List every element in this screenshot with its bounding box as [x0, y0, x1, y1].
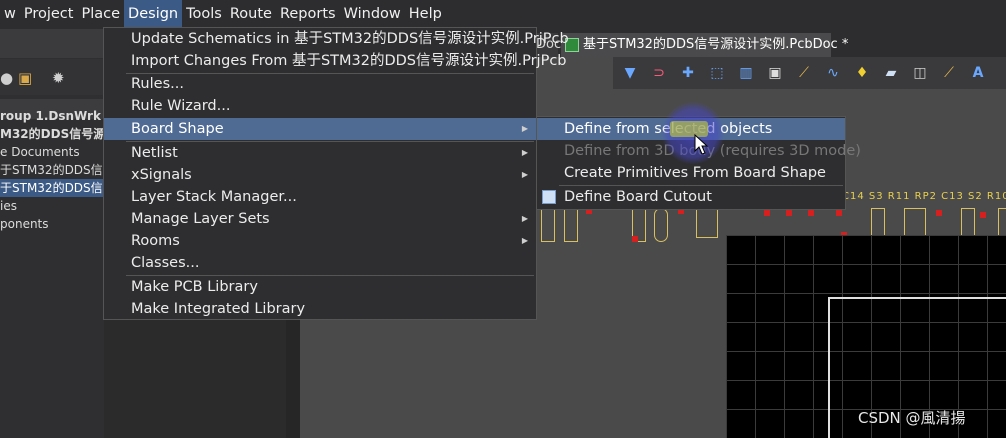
menu-item-label: Rooms — [131, 233, 180, 249]
pad — [836, 210, 842, 216]
menu-item-label: Update Schematics in 基于STM32的DDS信号源设计实例.… — [131, 31, 569, 47]
menu-item-update-schematics[interactable]: Update Schematics in 基于STM32的DDS信号源设计实例.… — [104, 28, 569, 50]
document-tabs: Doc 基于STM32的DDS信号源设计实例.PcbDoc * — [536, 29, 1006, 57]
board-cutout-icon — [542, 190, 556, 204]
menu-help[interactable]: Help — [405, 0, 446, 29]
menu-window[interactable]: Window — [340, 0, 405, 29]
pad — [980, 212, 986, 218]
filter-icon[interactable]: ▼ — [619, 62, 641, 84]
component-footprint[interactable] — [564, 208, 578, 242]
menu-item-label: Netlist — [131, 145, 178, 161]
menu-item-label: Make Integrated Library — [131, 301, 306, 317]
magnet-icon[interactable]: ⊃ — [648, 62, 670, 84]
crosshair-icon[interactable]: ✚ — [677, 62, 699, 84]
menu-item-label: Create Primitives From Board Shape — [564, 165, 826, 181]
select-rect-icon[interactable]: ⬚ — [706, 62, 728, 84]
menu-item-label: Layer Stack Manager... — [131, 189, 297, 205]
route-icon[interactable]: ⟋ — [793, 62, 815, 84]
submenu-arrow-icon: ▶ — [521, 170, 528, 179]
tab-label: 基于STM32的DDS信号源设计实例.PcbDoc * — [583, 37, 849, 52]
tree-item-components[interactable]: ponents — [0, 215, 104, 233]
pad — [936, 210, 942, 216]
mouse-pointer-icon — [694, 134, 708, 155]
tree-item-libraries[interactable]: ies — [0, 197, 104, 215]
gear-icon[interactable]: ✹ — [52, 69, 65, 87]
component-icon[interactable]: ▣ — [764, 62, 786, 84]
pcb-active-bar: ▼ ⊃ ✚ ⬚ ▥ ▣ ⟋ ∿ ♦ ▰ ◫ ⟋ A — [613, 57, 1006, 89]
submenu-arrow-icon: ▶ — [521, 124, 528, 133]
component-designators: C14 S3 R11 RP2 C13 S2 R10 P — [842, 191, 1006, 202]
menu-item-label: xSignals — [131, 167, 192, 183]
menu-place[interactable]: Place — [77, 0, 124, 29]
menu-item-netlist[interactable]: Netlist ▶ — [104, 142, 536, 164]
tree-item-schematic[interactable]: 于STM32的DDS信号 — [0, 161, 104, 179]
menu-item-define-board-cutout[interactable]: Define Board Cutout — [537, 186, 845, 208]
design-menu: Update Schematics in 基于STM32的DDS信号源设计实例.… — [103, 27, 569, 320]
menu-item-manage-layer-sets[interactable]: Manage Layer Sets ▶ — [104, 208, 536, 230]
menu-item-label: Import Changes From 基于STM32的DDS信号源设计实例.P… — [131, 53, 567, 69]
tree-item-project[interactable]: M32的DDS信号源设 — [0, 125, 104, 143]
tree-item-source-documents[interactable]: e Documents — [0, 143, 104, 161]
tab-pcb[interactable]: 基于STM32的DDS信号源设计实例.PcbDoc * — [561, 33, 848, 57]
menu-item-import-changes[interactable]: Import Changes From 基于STM32的DDS信号源设计实例.P… — [104, 50, 567, 72]
menu-tools[interactable]: Tools — [182, 0, 226, 29]
project-tree: roup 1.DsnWrk M32的DDS信号源设 e Documents 于S… — [0, 107, 104, 233]
menu-item-make-pcb-library[interactable]: Make PCB Library — [104, 276, 536, 298]
menu-reports[interactable]: Reports — [276, 0, 340, 29]
menu-item-layer-stack-manager[interactable]: Layer Stack Manager... — [104, 186, 536, 208]
keepout-icon[interactable]: ◫ — [909, 62, 931, 84]
menu-item-label: Manage Layer Sets — [131, 211, 270, 227]
menu-item-label: Define Board Cutout — [564, 189, 712, 205]
menu-view[interactable]: w — [0, 0, 20, 29]
tree-item-workspace[interactable]: roup 1.DsnWrk — [0, 107, 104, 125]
align-icon[interactable]: ▥ — [735, 62, 757, 84]
menu-item-create-primitives[interactable]: Create Primitives From Board Shape — [537, 162, 845, 184]
menu-item-board-shape[interactable]: Board Shape ▶ — [104, 118, 536, 140]
menu-item-label: Board Shape — [131, 121, 224, 137]
component-footprint[interactable] — [696, 208, 718, 238]
menu-design[interactable]: Design — [124, 0, 183, 29]
menu-item-label: Make PCB Library — [131, 279, 258, 295]
pad — [786, 210, 792, 216]
project-options-icon[interactable]: ▣ — [18, 69, 32, 87]
submenu-arrow-icon: ▶ — [521, 214, 528, 223]
diff-pair-icon[interactable]: ∿ — [822, 62, 844, 84]
submenu-arrow-icon: ▶ — [521, 148, 528, 157]
menu-item-label: Rules... — [131, 76, 184, 92]
menu-item-make-integrated-library[interactable]: Make Integrated Library — [104, 298, 536, 320]
open-folder-icon[interactable]: ● — [0, 69, 13, 87]
component-footprint[interactable] — [541, 208, 555, 242]
menu-item-classes[interactable]: Classes... — [104, 252, 536, 274]
watermark: CSDN @風清揚 — [858, 409, 966, 427]
menu-project[interactable]: Project — [20, 0, 78, 29]
menu-bar: w Project Place Design Tools Route Repor… — [0, 0, 1006, 29]
tree-item-pcb[interactable]: 于STM32的DDS信号 — [0, 179, 104, 197]
component-footprint[interactable] — [654, 208, 668, 242]
polygon-icon[interactable]: ▰ — [880, 62, 902, 84]
menu-item-xsignals[interactable]: xSignals ▶ — [104, 164, 536, 186]
pad — [808, 210, 814, 216]
menu-item-rule-wizard[interactable]: Rule Wizard... — [104, 95, 536, 117]
dimension-icon[interactable]: ⟋ — [938, 62, 960, 84]
menu-route[interactable]: Route — [226, 0, 276, 29]
menu-item-label: Rule Wizard... — [131, 98, 231, 114]
menu-item-rooms[interactable]: Rooms ▶ — [104, 230, 536, 252]
via-icon[interactable]: ♦ — [851, 62, 873, 84]
component-footprint[interactable] — [904, 208, 926, 238]
submenu-arrow-icon: ▶ — [521, 236, 528, 245]
projects-panel: ● ▣ ✹ — [0, 29, 104, 438]
pad — [764, 210, 770, 216]
pad — [632, 236, 638, 242]
text-icon[interactable]: A — [967, 62, 989, 84]
menu-item-rules[interactable]: Rules... — [104, 73, 536, 95]
panel-titlebar — [0, 29, 104, 58]
menu-item-label: Classes... — [131, 255, 200, 271]
